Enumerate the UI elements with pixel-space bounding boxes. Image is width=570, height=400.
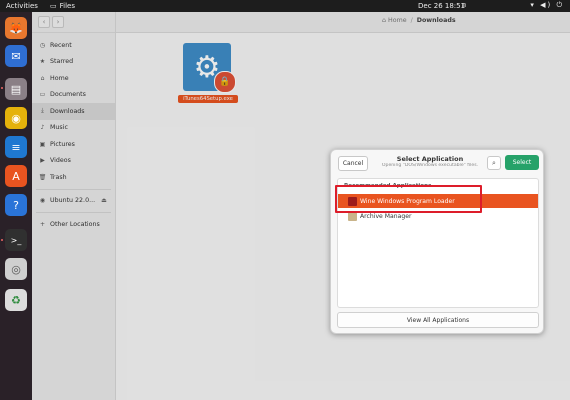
search-icon[interactable]: ⌕ bbox=[487, 156, 501, 170]
select-button[interactable]: Select bbox=[505, 155, 539, 170]
annotation-highlight-box bbox=[335, 185, 482, 213]
activities-button[interactable]: Activities bbox=[6, 2, 38, 10]
thunderbird-icon[interactable]: ✉ bbox=[5, 45, 27, 67]
clock[interactable]: Dec 26 18:51 bbox=[418, 2, 465, 10]
help-icon[interactable]: ? bbox=[5, 194, 27, 216]
rhythmbox-icon[interactable]: ◉ bbox=[5, 107, 27, 129]
files-icon[interactable]: ▤ bbox=[5, 78, 27, 100]
terminal-icon[interactable]: >_ bbox=[5, 229, 27, 251]
dock: 🦊 ✉ ▤ ◉ ≡ A ? >_ ◎ ♻ bbox=[0, 12, 32, 400]
firefox-icon[interactable]: 🦊 bbox=[5, 17, 27, 39]
notification-icon[interactable]: ⍝ bbox=[462, 1, 466, 10]
trash-icon[interactable]: ♻ bbox=[5, 289, 27, 311]
disc-icon[interactable]: ◎ bbox=[5, 258, 27, 280]
app-name: Files bbox=[59, 1, 75, 10]
dialog-subtitle: Opening "DOS/Windows executable" files. bbox=[381, 163, 479, 168]
cancel-button[interactable]: Cancel bbox=[338, 156, 368, 171]
writer-icon[interactable]: ≡ bbox=[5, 136, 27, 158]
view-all-applications-button[interactable]: View All Applications bbox=[337, 312, 539, 328]
folder-icon: ▭ bbox=[50, 1, 57, 10]
select-application-dialog: Cancel Select Application Opening "DOS/W… bbox=[330, 149, 544, 334]
app-menu[interactable]: ▭ Files bbox=[50, 2, 75, 10]
app-center-icon[interactable]: A bbox=[5, 165, 27, 187]
system-menu[interactable]: ▾ ◀) ⏻ bbox=[530, 1, 564, 10]
top-bar: Activities ▭ Files Dec 26 18:51 ⍝ ▾ ◀) ⏻ bbox=[0, 0, 570, 12]
dialog-title: Select Application bbox=[396, 155, 464, 163]
